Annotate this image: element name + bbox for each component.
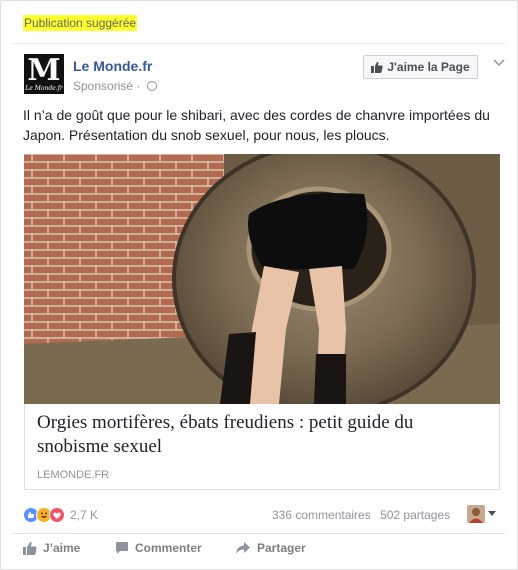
- reactions-summary[interactable]: 2,7 K: [23, 507, 98, 523]
- logo-subtext: Le Monde.fr: [25, 85, 63, 92]
- sponsored-post-card: Publication suggérée M Le Monde.fr Le Mo…: [0, 0, 518, 570]
- like-page-label: J'aime la Page: [387, 60, 470, 74]
- suggested-post-label: Publication suggérée: [23, 15, 138, 31]
- post-text: Il n’a de goût que pour le shibari, avec…: [23, 107, 490, 143]
- divider: [13, 533, 505, 534]
- link-title[interactable]: Orgies mortifères, ébats freudiens : pet…: [37, 411, 487, 459]
- globe-icon: [146, 80, 157, 91]
- share-label: Partager: [257, 541, 306, 555]
- person-icon: [469, 508, 483, 523]
- sponsored-label[interactable]: Sponsorisé ·: [73, 79, 157, 93]
- link-domain: LEMONDE.FR: [37, 469, 110, 481]
- like-label: J’aime: [43, 541, 81, 555]
- engagement-stats: 336 commentaires 502 partages: [272, 508, 450, 522]
- shares-count[interactable]: 502 partages: [380, 508, 450, 522]
- share-arrow-icon: [236, 542, 250, 554]
- link-preview[interactable]: Orgies mortifères, ébats freudiens : pet…: [24, 404, 500, 490]
- comment-icon: [116, 542, 128, 554]
- chevron-down-icon[interactable]: [488, 511, 496, 516]
- comment-button[interactable]: Commenter: [115, 541, 202, 555]
- divider: [13, 43, 505, 44]
- comment-label: Commenter: [135, 541, 202, 555]
- page-avatar[interactable]: M Le Monde.fr: [24, 54, 64, 94]
- thumbs-up-icon: [371, 61, 384, 73]
- share-button[interactable]: Partager: [235, 541, 306, 555]
- logo-letter: M: [27, 53, 61, 88]
- viewer-avatar[interactable]: [467, 505, 485, 523]
- love-reaction-icon: [49, 507, 65, 523]
- comments-count[interactable]: 336 commentaires: [272, 508, 371, 522]
- like-button[interactable]: J’aime: [23, 541, 80, 555]
- page-name-link[interactable]: Le Monde.fr: [73, 58, 152, 74]
- post-image[interactable]: [24, 154, 500, 404]
- post-image-illustration: [24, 154, 500, 404]
- like-page-button[interactable]: J'aime la Page: [363, 55, 478, 79]
- chevron-down-icon[interactable]: [493, 59, 505, 67]
- reactions-count[interactable]: 2,7 K: [70, 508, 98, 522]
- thumbs-up-icon: [23, 541, 37, 555]
- sponsored-text: Sponsorisé ·: [73, 79, 141, 93]
